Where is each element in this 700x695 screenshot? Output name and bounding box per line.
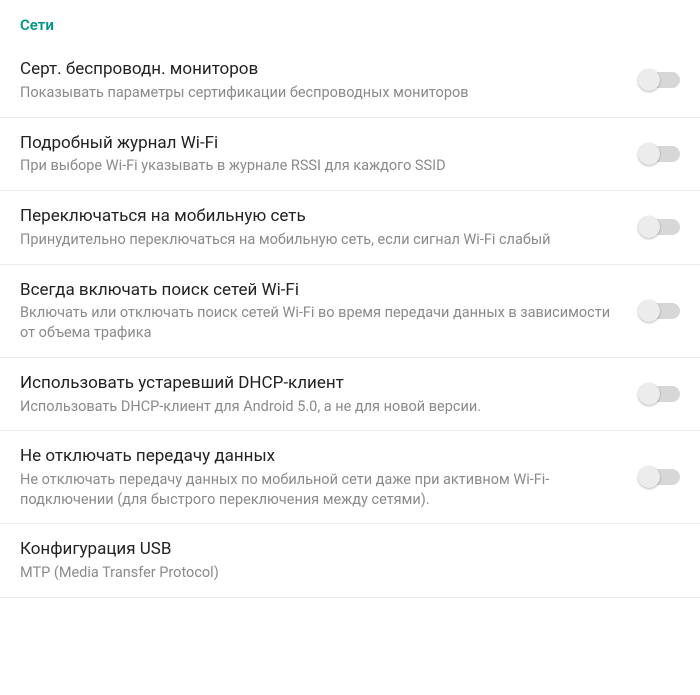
setting-subtitle: При выборе Wi-Fi указывать в журнале RSS… [20,156,622,176]
setting-wifi-verbose-logging[interactable]: Подробный журнал Wi-Fi При выборе Wi-Fi … [0,118,700,192]
setting-wireless-display-cert[interactable]: Серт. беспроводн. мониторов Показывать п… [0,44,700,118]
setting-subtitle: Принудительно переключаться на мобильную… [20,230,622,250]
setting-subtitle: Не отключать передачу данных по мобильно… [20,470,622,509]
setting-subtitle: Показывать параметры сертификации беспро… [20,83,622,103]
setting-title: Использовать устаревший DHCP-клиент [20,372,622,395]
setting-title: Конфигурация USB [20,538,662,561]
setting-text: Всегда включать поиск сетей Wi-Fi Включа… [20,279,640,343]
setting-subtitle: MTP (Media Transfer Protocol) [20,563,662,583]
toggle-switch[interactable] [640,146,680,162]
toggle-switch[interactable] [640,386,680,402]
setting-text: Серт. беспроводн. мониторов Показывать п… [20,58,640,103]
toggle-thumb [638,300,660,322]
setting-text: Конфигурация USB MTP (Media Transfer Pro… [20,538,680,583]
setting-always-allow-wifi-roam[interactable]: Всегда включать поиск сетей Wi-Fi Включа… [0,265,700,358]
setting-title: Подробный журнал Wi-Fi [20,132,622,155]
setting-title: Не отключать передачу данных [20,445,622,468]
setting-aggressive-handover[interactable]: Переключаться на мобильную сеть Принудит… [0,191,700,265]
toggle-thumb [638,466,660,488]
toggle-switch[interactable] [640,72,680,88]
toggle-thumb [638,216,660,238]
toggle-thumb [638,383,660,405]
toggle-thumb [638,69,660,91]
setting-legacy-dhcp[interactable]: Использовать устаревший DHCP-клиент Испо… [0,358,700,432]
toggle-switch[interactable] [640,469,680,485]
setting-text: Подробный журнал Wi-Fi При выборе Wi-Fi … [20,132,640,177]
section-header: Сети [0,0,700,44]
setting-usb-configuration[interactable]: Конфигурация USB MTP (Media Transfer Pro… [0,524,700,598]
setting-text: Использовать устаревший DHCP-клиент Испо… [20,372,640,417]
setting-title: Серт. беспроводн. мониторов [20,58,622,81]
setting-title: Переключаться на мобильную сеть [20,205,622,228]
setting-text: Не отключать передачу данных Не отключат… [20,445,640,509]
toggle-switch[interactable] [640,303,680,319]
toggle-thumb [638,143,660,165]
setting-title: Всегда включать поиск сетей Wi-Fi [20,279,622,302]
setting-mobile-data-always-on[interactable]: Не отключать передачу данных Не отключат… [0,431,700,524]
setting-subtitle: Включать или отключать поиск сетей Wi-Fi… [20,303,622,342]
setting-text: Переключаться на мобильную сеть Принудит… [20,205,640,250]
setting-subtitle: Использовать DHCP-клиент для Android 5.0… [20,397,622,417]
toggle-switch[interactable] [640,219,680,235]
